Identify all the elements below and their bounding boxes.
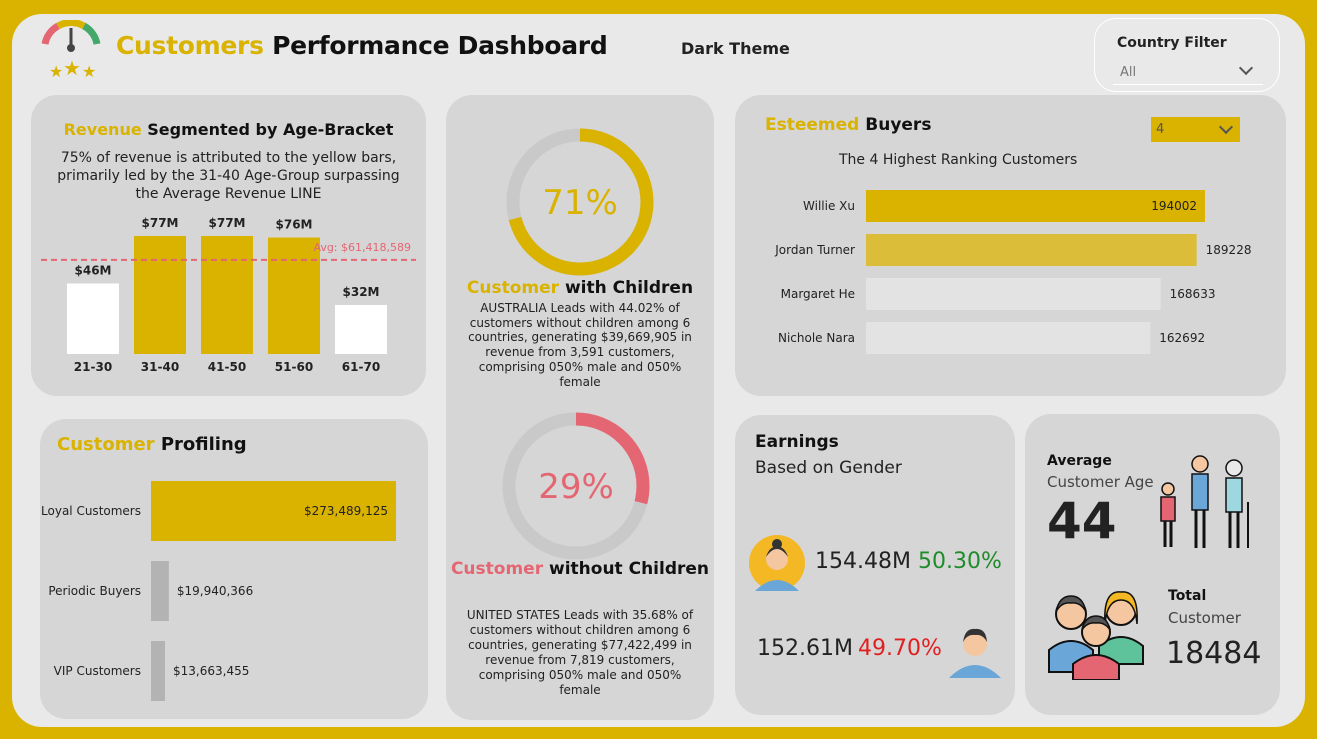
buyer-value-label: 162692: [1159, 331, 1205, 345]
profile-category-label: Loyal Customers: [41, 504, 141, 518]
page-title: Customers Performance Dashboard: [116, 31, 608, 60]
with-children-pct: 71%: [542, 183, 618, 223]
female-avatar-icon: [749, 535, 805, 591]
svg-text:★: ★: [63, 56, 81, 80]
profiling-chart: Loyal Customers $273,489,125 Periodic Buye…: [41, 481, 396, 701]
revenue-card: Revenue Segmented by Age-Bracket 75% of …: [31, 95, 426, 396]
revenue-category-label: 61-70: [342, 360, 380, 374]
country-filter[interactable]: Country Filter All: [1094, 18, 1280, 92]
revenue-bar-label: $46M: [75, 264, 112, 278]
family-ages-icon: [1160, 455, 1249, 548]
revenue-category-label: 21-30: [74, 360, 112, 374]
male-earnings-value: 152.61M: [757, 636, 853, 661]
group-people-icon: [1048, 591, 1144, 680]
revenue-bar-label: $77M: [209, 216, 246, 230]
revenue-bar: [134, 236, 186, 354]
revenue-bar: [335, 304, 387, 354]
male-earnings-pct: 49.70%: [858, 636, 942, 661]
revenue-bar-label: $32M: [343, 285, 380, 299]
profile-bar: [151, 561, 169, 621]
country-filter-label: Country Filter: [1117, 35, 1227, 51]
profile-value-label: $19,940,366: [177, 584, 253, 598]
revenue-category-label: 31-40: [141, 360, 179, 374]
buyer-bar: [866, 278, 1161, 310]
with-children-description: AUSTRALIA Leads with 44.02% of customers…: [468, 301, 692, 389]
buyers-card: Esteemed Buyers 4 The 4 Highest Ranking …: [735, 95, 1286, 396]
profiling-card: Customer Profiling Loyal Customers $273,4…: [40, 419, 428, 719]
profile-bar: [151, 641, 165, 701]
gauge-logo: ★ ★ ★: [40, 19, 102, 82]
earnings-card: Earnings Based on Gender 154.48M 50.30% …: [735, 415, 1015, 715]
buyer-name-label: Nichole Nara: [778, 331, 855, 345]
without-children-title: Customer without Children: [450, 559, 710, 579]
avg-age-sublabel: Customer Age: [1047, 473, 1154, 491]
profile-category-label: Periodic Buyers: [48, 584, 141, 598]
female-earnings-pct: 50.30%: [918, 549, 1002, 574]
svg-text:★: ★: [82, 62, 96, 81]
country-filter-select[interactable]: All: [1113, 59, 1263, 85]
revenue-category-label: 41-50: [208, 360, 246, 374]
svg-text:★: ★: [49, 62, 63, 81]
revenue-bar-label: $77M: [142, 216, 179, 230]
buyer-bar: [866, 234, 1197, 266]
earnings-subtitle: Based on Gender: [755, 458, 902, 478]
stats-card: Average Customer Age 44 Total Customer 1…: [1025, 414, 1280, 715]
average-revenue-label: Avg: $61,418,589: [313, 241, 411, 254]
chevron-down-icon[interactable]: [1238, 60, 1254, 76]
revenue-bar-label: $76M: [276, 218, 313, 232]
children-card: 71% Customer with Children AUSTRALIA Lea…: [446, 95, 714, 720]
revenue-bar: [201, 236, 253, 354]
country-filter-value: All: [1120, 65, 1137, 80]
buyer-value-label: 168633: [1170, 287, 1216, 301]
buyer-value-label: 189228: [1206, 243, 1252, 257]
buyer-bar: [866, 322, 1151, 354]
profile-category-label: VIP Customers: [54, 664, 141, 678]
revenue-chart: $46M 21-30 $77M 31-40 $77M 41-50 $76M 51-60 $32M…: [41, 216, 416, 374]
theme-toggle[interactable]: Dark Theme: [681, 39, 790, 58]
avg-age-value: 44: [1047, 492, 1117, 550]
without-children-description: UNITED STATES Leads with 35.68% of custo…: [466, 608, 694, 697]
profile-value-label: $273,489,125: [304, 504, 388, 518]
revenue-bar: [268, 237, 320, 354]
total-customers-label: Total: [1168, 588, 1207, 604]
buyer-value-label: 194002: [1151, 199, 1197, 213]
buyer-name-label: Willie Xu: [803, 199, 855, 213]
revenue-bar: [67, 283, 119, 354]
profile-value-label: $13,663,455: [173, 664, 249, 678]
avg-age-label: Average: [1047, 453, 1112, 469]
buyers-chart: Willie Xu 194002 Jordan Turner 189228 Margar…: [774, 190, 1252, 354]
revenue-category-label: 51-60: [275, 360, 313, 374]
male-avatar-icon: [949, 628, 1001, 678]
with-children-title: Customer with Children: [466, 278, 694, 298]
total-customers-value: 18484: [1166, 636, 1262, 671]
buyer-name-label: Margaret He: [781, 287, 855, 301]
earnings-title: Earnings: [755, 432, 839, 452]
female-earnings-value: 154.48M: [815, 549, 911, 574]
total-customers-sublabel: Customer: [1168, 609, 1241, 627]
buyer-name-label: Jordan Turner: [774, 243, 855, 257]
without-children-pct: 29%: [538, 467, 614, 507]
